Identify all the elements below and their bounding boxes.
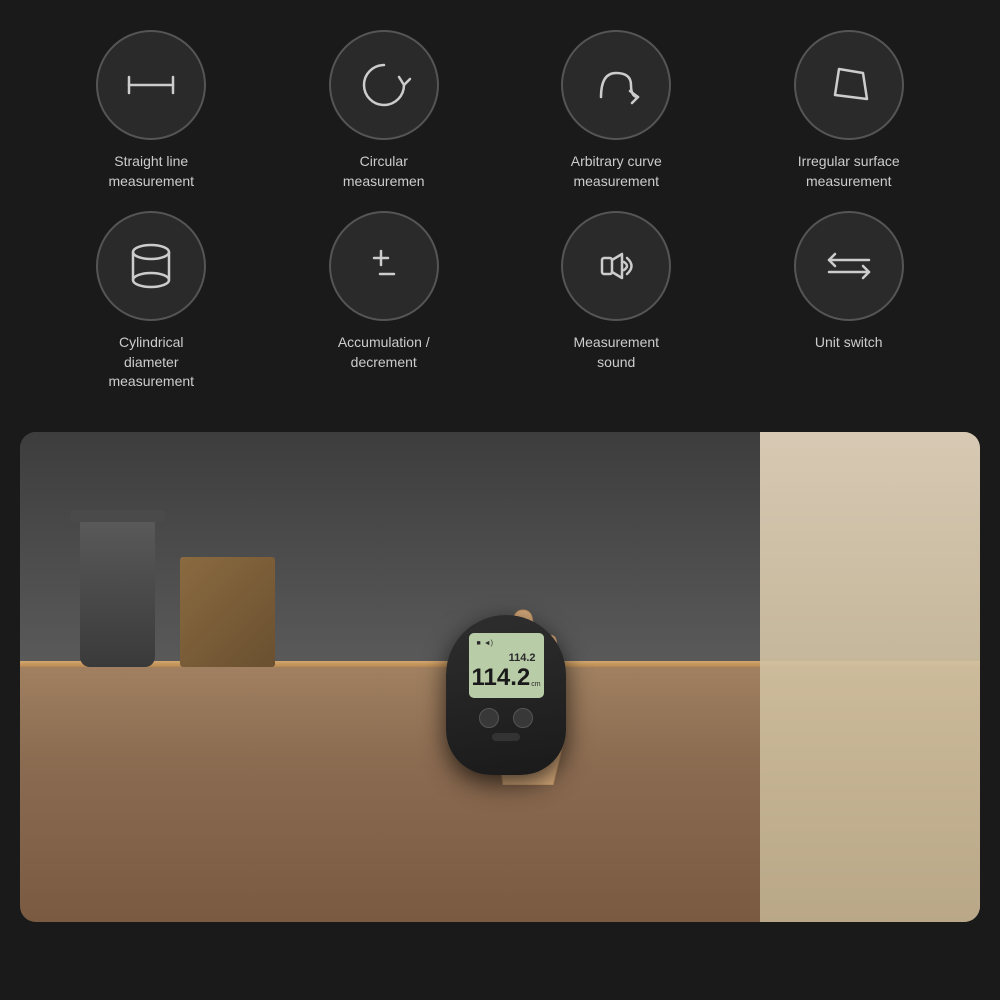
sound-icon-circle [561,211,671,321]
screen-icons-row: ■ ◄) [473,640,540,647]
feature-straight-line: Straight linemeasurement [40,30,263,191]
sound-label: Measurementsound [573,333,659,372]
feature-accumulation: Accumulation /decrement [273,211,496,392]
cylindrical-label: Cylindricaldiametermeasurement [108,333,194,392]
irregular-surface-icon-circle [794,30,904,140]
straight-line-label: Straight linemeasurement [108,152,194,191]
screen-small-reading: 114.2 [509,648,540,666]
cylindrical-icon-circle [96,211,206,321]
device: ■ ◄) 114.2 114.2 cm [446,615,566,775]
accumulation-label: Accumulation /decrement [338,333,430,372]
feature-circular: Circularmeasuremen [273,30,496,191]
box [180,557,275,667]
device-btn-left[interactable] [479,708,499,728]
vase [80,517,155,667]
feature-cylindrical: Cylindricaldiametermeasurement [40,211,263,392]
feature-irregular-surface: Irregular surfacemeasurement [738,30,961,191]
device-body: ■ ◄) 114.2 114.2 cm [446,615,566,775]
vase-top [70,510,165,522]
accumulation-icon-circle [329,211,439,321]
feature-arbitrary-curve: Arbitrary curvemeasurement [505,30,728,191]
straight-line-icon-circle [96,30,206,140]
circular-icon-circle [329,30,439,140]
arbitrary-curve-icon-circle [561,30,671,140]
feature-unit-switch: Unit switch [738,211,961,392]
device-side-buttons [479,708,533,728]
curtain [760,432,980,922]
device-screen: ■ ◄) 114.2 114.2 cm [469,633,544,698]
feature-sound: Measurementsound [505,211,728,392]
unit-switch-label: Unit switch [815,333,883,353]
features-section: Straight linemeasurement Circularmeasure… [0,0,1000,422]
arbitrary-curve-label: Arbitrary curvemeasurement [571,152,662,191]
features-grid: Straight linemeasurement Circularmeasure… [40,30,960,392]
circular-label: Circularmeasuremen [343,152,425,191]
device-bottom-btn[interactable] [492,733,520,741]
product-photo: ■ ◄) 114.2 114.2 cm [20,432,980,922]
unit-switch-icon-circle [794,211,904,321]
screen-main-reading: 114.2 cm [471,666,540,690]
device-btn-right[interactable] [513,708,533,728]
irregular-surface-label: Irregular surfacemeasurement [798,152,900,191]
